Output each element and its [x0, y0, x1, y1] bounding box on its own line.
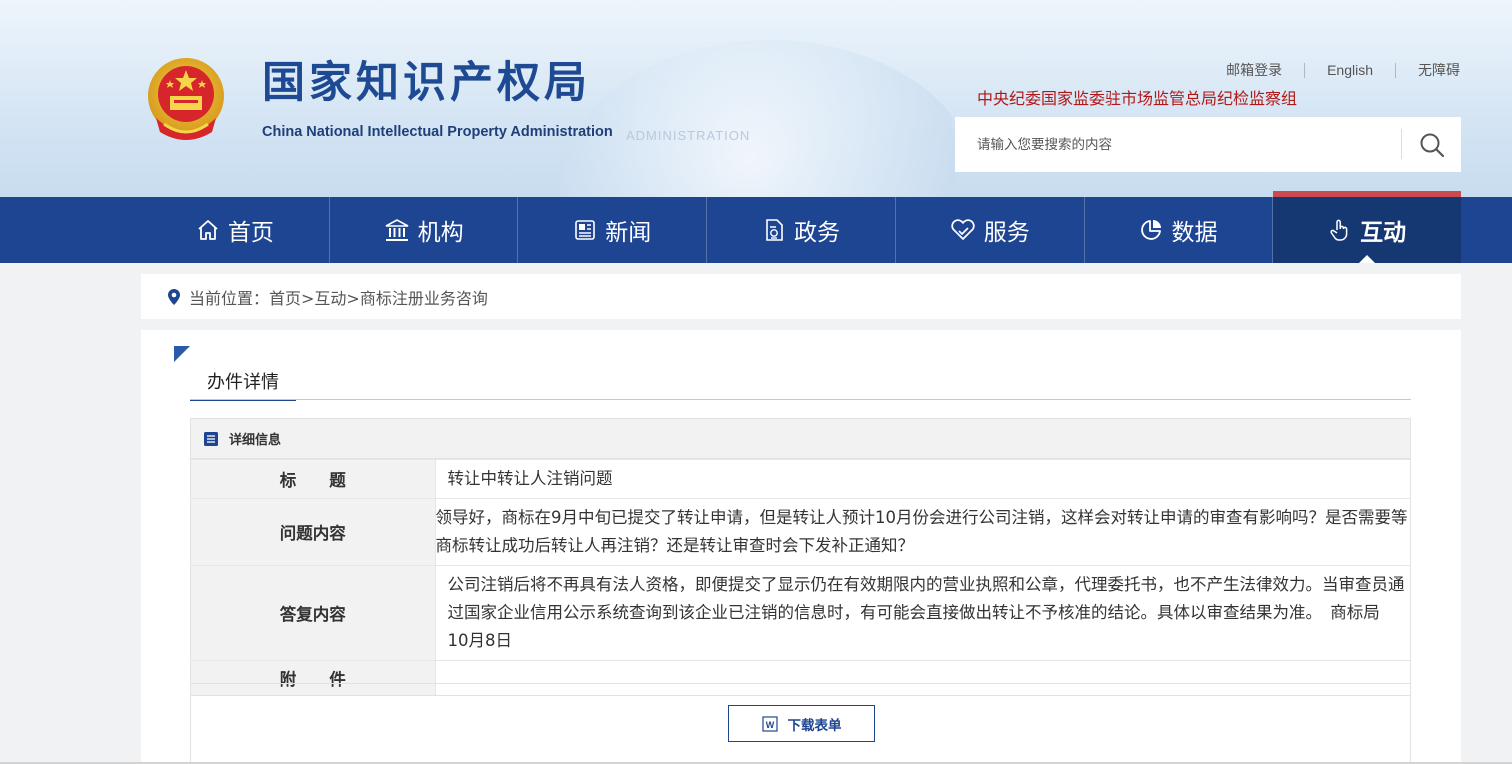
location-pin-icon: [167, 288, 181, 306]
nav-label: 数据: [1171, 220, 1218, 246]
national-emblem-icon: [146, 56, 226, 144]
table-row: 问题内容 领导好，商标在9月中旬已提交了转让申请，但是转让人预计10月份会进行公…: [191, 498, 1410, 566]
news-icon: [573, 218, 597, 242]
hand-pointer-icon: [1328, 218, 1352, 242]
nav-label: 互动: [1360, 220, 1407, 246]
row-value-title: 转让中转让人注销问题: [435, 459, 1410, 499]
detail-panel: 详细信息 标 题 转让中转让人注销问题 问题内容 领导好，商标在9月中旬已提交了…: [190, 418, 1411, 696]
download-area: W 下载表单: [190, 683, 1411, 764]
nav-item-data[interactable]: 数据: [1085, 197, 1274, 263]
download-label: 下载表单: [787, 717, 842, 734]
svg-text:W: W: [765, 720, 774, 730]
word-doc-icon: W: [761, 715, 778, 732]
logo-chinese-name: 国家知识产权局: [262, 58, 591, 108]
accessibility-link[interactable]: 无障碍: [1418, 60, 1460, 80]
corner-marker: [174, 346, 190, 362]
row-label-question: 问题内容: [191, 498, 436, 566]
search-box: [955, 117, 1461, 172]
nav-label: 首页: [227, 220, 274, 246]
logo-english-name: China National Intellectual Property Adm…: [262, 124, 613, 140]
download-form-button[interactable]: W 下载表单: [728, 705, 875, 742]
institution-icon: [384, 218, 410, 242]
home-icon: [196, 218, 220, 242]
search-input[interactable]: [955, 117, 1401, 172]
detail-table: 标 题 转让中转让人注销问题 问题内容 领导好，商标在9月中旬已提交了转让申请，…: [191, 459, 1410, 695]
globe-background: [560, 40, 980, 197]
pie-chart-icon: [1139, 218, 1163, 242]
main-nav: 首页 机构 新闻 政务 服务 数据 互动: [0, 191, 1512, 263]
row-label-answer: 答复内容: [191, 565, 436, 661]
header-watermark: ADMINISTRATION: [626, 128, 751, 143]
service-heart-icon: [950, 218, 976, 242]
nav-item-institution[interactable]: 机构: [330, 197, 519, 263]
nav-item-government-affairs[interactable]: 政务: [707, 197, 896, 263]
nav-item-news[interactable]: 新闻: [518, 197, 708, 263]
document-icon: [762, 218, 786, 242]
nav-item-service[interactable]: 服务: [896, 197, 1085, 263]
breadcrumb: 当前位置：首页>互动>商标注册业务咨询: [141, 274, 1461, 319]
english-link[interactable]: English: [1327, 62, 1373, 78]
site-header: ADMINISTRATION 国家知识产权局 China National In…: [0, 0, 1512, 197]
row-value-answer: 公司注销后将不再具有法人资格，即便提交了显示仍在有效期限内的营业执照和公章，代理…: [435, 565, 1410, 661]
divider: [1304, 62, 1306, 78]
mail-login-link[interactable]: 邮箱登录: [1226, 60, 1282, 80]
detail-header-title: 详细信息: [229, 433, 282, 448]
tab-case-details: 办件详情: [190, 368, 296, 401]
list-doc-icon: [203, 431, 219, 447]
divider: [1395, 62, 1396, 78]
nav-label: 机构: [417, 220, 464, 246]
row-value-question: 领导好，商标在9月中旬已提交了转让申请，但是转让人预计10月份会进行公司注销，这…: [435, 498, 1410, 566]
search-button[interactable]: [1402, 117, 1461, 172]
row-label-title: 标 题: [191, 459, 436, 499]
nav-item-interaction[interactable]: 互动: [1273, 191, 1462, 263]
discipline-inspection-link[interactable]: 中央纪委国家监委驻市场监管总局纪检监察组: [977, 85, 1297, 109]
main-content: 办件详情 详细信息 标 题 转让中转让人注销问题 问题内容 领导好，商标在9月中…: [141, 330, 1461, 764]
search-icon: [1420, 133, 1444, 157]
table-row: 答复内容 公司注销后将不再具有法人资格，即便提交了显示仍在有效期限内的营业执照和…: [191, 565, 1410, 661]
breadcrumb-text: 当前位置：首页>互动>商标注册业务咨询: [189, 288, 488, 308]
nav-label: 政务: [794, 220, 841, 246]
top-links: 邮箱登录 English 无障碍: [1226, 60, 1460, 80]
nav-label: 服务: [983, 220, 1030, 246]
table-row: 标 题 转让中转让人注销问题: [191, 459, 1410, 499]
tab-underline: [190, 399, 1411, 400]
nav-item-home[interactable]: 首页: [141, 197, 330, 263]
detail-header: 详细信息: [191, 419, 1410, 459]
nav-label: 新闻: [605, 220, 652, 246]
